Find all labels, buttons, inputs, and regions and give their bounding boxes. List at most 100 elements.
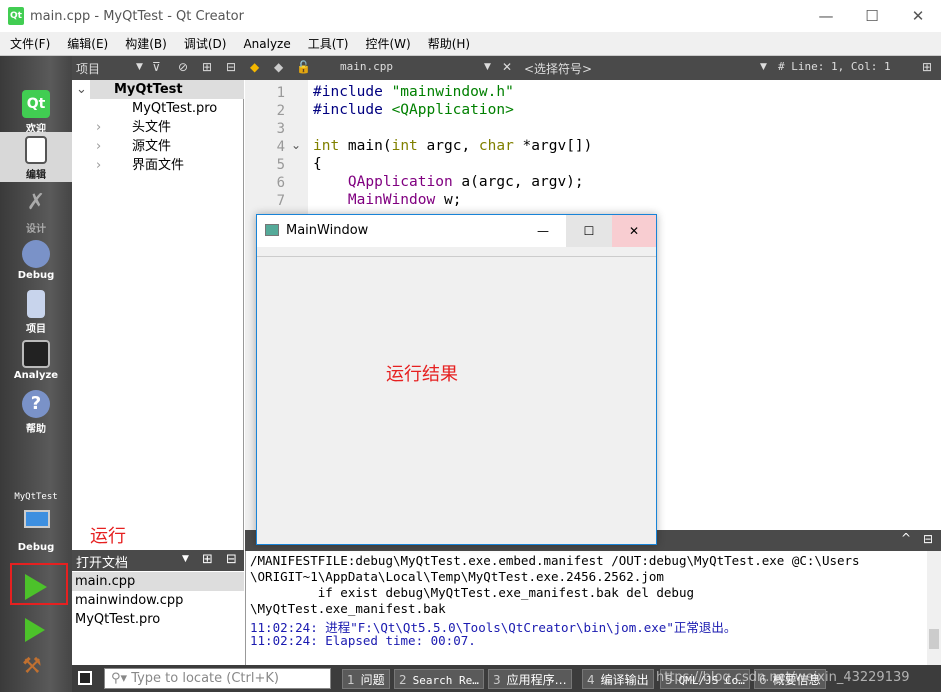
computer-icon[interactable] bbox=[24, 510, 50, 528]
mode-edit[interactable]: 编辑 bbox=[0, 132, 72, 182]
maximize-pane-icon[interactable]: ^ bbox=[901, 531, 911, 545]
chevron-right-icon[interactable]: › bbox=[96, 118, 101, 137]
compile-output[interactable]: /MANIFESTFILE:debug\MyQtTest.exe.embed.m… bbox=[245, 551, 941, 665]
open-doc-item[interactable]: MyQtTest.pro bbox=[75, 610, 160, 629]
minimize-button[interactable]: — bbox=[803, 0, 849, 32]
title-bar: Qt main.cpp - MyQtTest - Qt Creator — ☐ … bbox=[0, 0, 941, 32]
app-minimize-button[interactable]: — bbox=[520, 215, 566, 247]
app-window-title: MainWindow bbox=[286, 223, 369, 238]
menu-edit[interactable]: 编辑(E) bbox=[57, 35, 115, 52]
filter-icon[interactable]: ⊽ bbox=[152, 60, 161, 74]
tab-compile-output[interactable]: 4 编译输出 bbox=[582, 669, 654, 689]
line-number: 3 bbox=[276, 121, 285, 137]
debug-run-icon[interactable] bbox=[25, 618, 45, 642]
line-number: 7 bbox=[276, 193, 285, 209]
code-line: { bbox=[313, 156, 322, 172]
menu-build[interactable]: 构建(B) bbox=[115, 35, 174, 52]
line-number: 6 bbox=[276, 175, 285, 191]
close-pane-icon[interactable]: ⊟ bbox=[226, 60, 236, 74]
close-pane-icon[interactable]: ⊟ bbox=[923, 532, 933, 546]
code-line: #include "mainwindow.h" bbox=[313, 84, 514, 100]
close-pane-icon[interactable]: ⊟ bbox=[226, 552, 237, 567]
dropdown-arrow-icon[interactable]: ▼ bbox=[484, 62, 491, 72]
qt-logo-icon: Qt bbox=[8, 7, 24, 25]
app-window-icon bbox=[265, 224, 279, 236]
line-number: 4 bbox=[276, 139, 285, 155]
back-icon[interactable]: ◆ bbox=[250, 60, 259, 74]
watermark: https://blog.csdn.net/weixin_43229139 bbox=[656, 670, 910, 685]
status-bar: ⚲▾ Type to locate (Ctrl+K) 1 问题 2 Search R… bbox=[72, 665, 941, 692]
qt-logo-icon: Qt bbox=[22, 90, 50, 118]
split-icon[interactable]: ⊞ bbox=[202, 552, 213, 567]
output-line: /MANIFESTFILE:debug\MyQtTest.exe.embed.m… bbox=[250, 553, 860, 568]
code-line: int main(int argc, char *argv[]) bbox=[313, 138, 593, 154]
annotation-result: 运行结果 bbox=[386, 364, 458, 385]
menu-help[interactable]: 帮助(H) bbox=[418, 35, 477, 52]
split-icon[interactable]: ⊞ bbox=[922, 60, 932, 74]
search-icon: ⚲▾ bbox=[111, 671, 132, 686]
tree-item-pro[interactable]: MyQtTest.pro bbox=[132, 99, 217, 118]
edit-document-icon bbox=[25, 136, 47, 164]
window-title: main.cpp - MyQtTest - Qt Creator bbox=[30, 8, 244, 24]
dropdown-arrow-icon[interactable]: ▼ bbox=[182, 554, 189, 564]
chevron-right-icon[interactable]: › bbox=[96, 156, 101, 175]
app-menu-bar bbox=[257, 247, 656, 257]
bug-icon bbox=[22, 240, 50, 268]
forward-icon[interactable]: ◆ bbox=[274, 60, 283, 74]
kit-project-name: MyQtTest bbox=[14, 492, 58, 502]
output-line: 11:02:24: Elapsed time: 00:07. bbox=[250, 633, 476, 648]
output-line: \MyQtTest.exe_manifest.bak bbox=[250, 601, 446, 616]
open-file-select[interactable]: main.cpp bbox=[340, 60, 393, 73]
output-line: \ORIGIT~1\AppData\Local\Temp\MyQtTest.ex… bbox=[250, 569, 664, 584]
project-tree: MyQtTest ⌄ MyQtTest.pro › 头文件 › 源文件 › 界面… bbox=[72, 80, 244, 550]
mode-welcome[interactable]: Qt 欢迎 bbox=[0, 86, 72, 136]
tree-item-sources[interactable]: 源文件 bbox=[132, 137, 171, 156]
line-number: 1 bbox=[276, 85, 285, 101]
project-view-select[interactable]: 项目 bbox=[76, 60, 100, 77]
tab-issues[interactable]: 1 问题 bbox=[342, 669, 390, 689]
app-maximize-button[interactable]: ☐ bbox=[566, 215, 612, 247]
cursor-position: # Line: 1, Col: 1 bbox=[778, 60, 891, 73]
menu-tools[interactable]: 工具(T) bbox=[298, 35, 356, 52]
close-button[interactable]: ✕ bbox=[895, 0, 941, 32]
mode-projects[interactable]: 项目 bbox=[0, 286, 72, 336]
build-config[interactable]: Debug bbox=[0, 542, 72, 553]
mode-design[interactable]: ✗ 设计 bbox=[0, 186, 72, 236]
app-close-button[interactable]: ✕ bbox=[612, 215, 656, 247]
toggle-sidebar-icon[interactable] bbox=[78, 671, 92, 685]
fold-chevron-icon[interactable]: ⌄ bbox=[291, 138, 301, 152]
mode-help[interactable]: ? 帮助 bbox=[0, 386, 72, 436]
scrollbar[interactable] bbox=[927, 551, 941, 665]
locate-input[interactable]: ⚲▾ Type to locate (Ctrl+K) bbox=[104, 668, 331, 689]
oscilloscope-icon bbox=[22, 340, 50, 368]
maximize-button[interactable]: ☐ bbox=[849, 0, 895, 32]
mode-analyze[interactable]: Analyze bbox=[0, 336, 72, 386]
menu-bar: 文件(F) 编辑(E) 构建(B) 调试(D) Analyze 工具(T) 控件… bbox=[0, 32, 941, 56]
tree-item-headers[interactable]: 头文件 bbox=[132, 118, 171, 137]
split-icon[interactable]: ⊞ bbox=[202, 60, 212, 74]
tree-root[interactable]: MyQtTest bbox=[90, 80, 244, 99]
close-document-icon[interactable]: ✕ bbox=[502, 60, 512, 74]
tree-item-forms[interactable]: 界面文件 bbox=[132, 156, 184, 175]
menu-file[interactable]: 文件(F) bbox=[0, 35, 57, 52]
menu-widgets[interactable]: 控件(W) bbox=[355, 35, 417, 52]
chevron-right-icon[interactable]: › bbox=[96, 137, 101, 156]
open-documents-header: 打开文档 ▼ ⊞ ⊟ bbox=[72, 550, 244, 571]
tab-search-results[interactable]: 2 Search Re… bbox=[394, 669, 484, 689]
app-main-window[interactable]: MainWindow — ☐ ✕ 运行结果 bbox=[256, 214, 657, 545]
design-tools-icon: ✗ bbox=[26, 190, 46, 215]
sync-icon[interactable]: ⊘ bbox=[178, 60, 188, 74]
dropdown-arrow-icon[interactable]: ▼ bbox=[136, 62, 143, 72]
menu-analyze[interactable]: Analyze bbox=[233, 37, 297, 51]
mode-debug[interactable]: Debug bbox=[0, 236, 72, 286]
open-doc-item[interactable]: main.cpp bbox=[72, 572, 244, 591]
build-hammer-icon[interactable]: ⚒ bbox=[22, 654, 42, 679]
tab-app-output[interactable]: 3 应用程序… bbox=[488, 669, 572, 689]
dropdown-arrow-icon[interactable]: ▼ bbox=[760, 62, 767, 72]
help-icon: ? bbox=[22, 390, 50, 418]
symbol-select[interactable]: <选择符号> bbox=[524, 60, 592, 77]
chevron-down-icon[interactable]: ⌄ bbox=[76, 80, 87, 99]
menu-debug[interactable]: 调试(D) bbox=[174, 35, 234, 52]
open-doc-item[interactable]: mainwindow.cpp bbox=[75, 591, 183, 610]
lock-icon: 🔓 bbox=[296, 60, 311, 74]
